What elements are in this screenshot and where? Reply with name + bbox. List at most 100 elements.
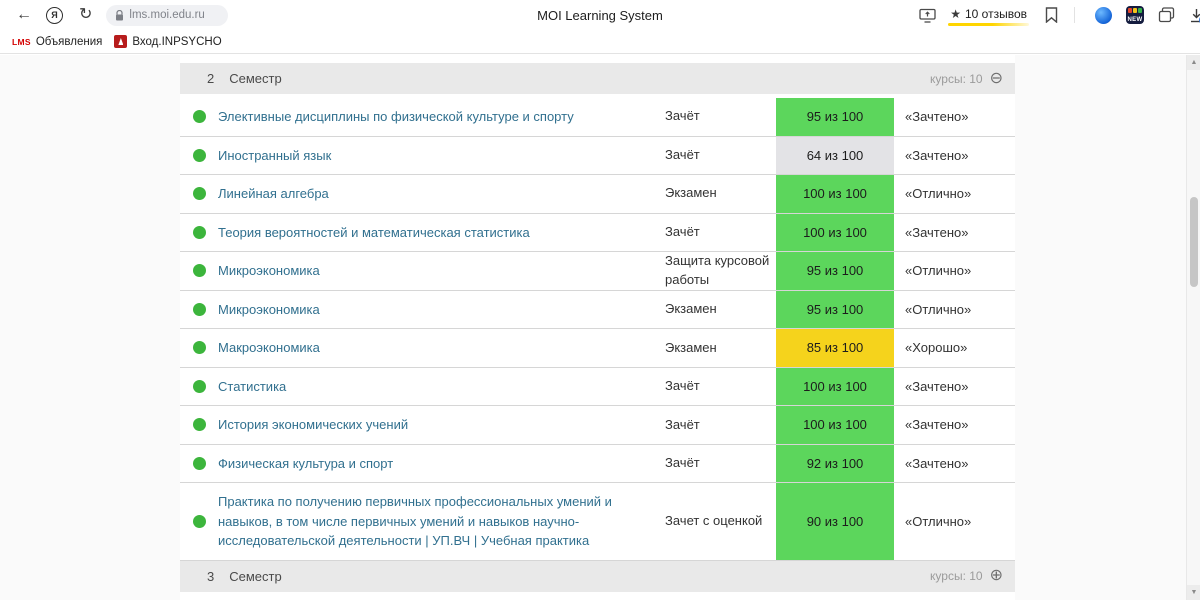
status-dot-icon [193, 379, 206, 393]
grade-text: «Отлично» [905, 263, 972, 279]
grade-text: «Зачтено» [905, 378, 969, 394]
expand-toggle-icon[interactable]: ⊕ [990, 568, 1003, 584]
inpsycho-favicon [114, 35, 128, 48]
grade-text: «Отлично» [905, 301, 972, 317]
status-dot-icon [193, 514, 206, 528]
semester-2-rows: Элективные дисциплины по физической куль… [180, 98, 1015, 561]
score-badge: 90 из 100 [776, 483, 894, 560]
semester-2-header: 2 Семестр курсы: 10 ⊖ [180, 63, 1015, 94]
status-cell [180, 406, 218, 444]
course-name-link[interactable]: Элективные дисциплины по физической куль… [218, 107, 574, 127]
address-bar[interactable]: lms.moi.edu.ru [106, 4, 229, 26]
collapse-toggle-icon[interactable]: ⊖ [990, 70, 1003, 87]
screen-share-icon[interactable] [919, 8, 936, 23]
url-text: lms.moi.edu.ru [129, 9, 205, 21]
table-row: История экономических учений Зачёт 100 и… [180, 406, 1015, 445]
table-row: Микроэкономика Защита курсовой работы 95… [180, 252, 1015, 291]
assessment-type: Экзамен [665, 339, 717, 355]
scrollbar: ▲ ▼ [1186, 55, 1200, 600]
score-badge: 100 из 100 [776, 406, 894, 444]
score-badge: 92 из 100 [776, 444, 894, 483]
table-row: Микроэкономика Экзамен 95 из 100 «Отличн… [180, 290, 1015, 330]
status-dot-icon [193, 341, 206, 355]
score-badge: 95 из 100 [776, 290, 894, 329]
assessment-type: Зачёт [665, 455, 700, 471]
downloads-icon[interactable]: 2 [1189, 8, 1200, 25]
yandex-browser-icon[interactable]: Я [46, 6, 63, 24]
status-dot-icon [193, 187, 206, 201]
score-badge: 95 из 100 [776, 252, 894, 290]
extension-browser-icon[interactable] [1095, 6, 1112, 24]
semester-number: 2 [207, 71, 215, 86]
browser-toolbar: ← Я ↻ lms.moi.edu.ru MOI Learning System… [0, 0, 1200, 30]
bookmark-item-inpsycho[interactable]: Вход.INPSYCHO [114, 35, 222, 48]
extension-collections-icon[interactable] [1158, 7, 1175, 23]
course-name-link[interactable]: Теория вероятностей и математическая ста… [218, 223, 530, 243]
status-cell [180, 329, 218, 367]
reviews-button[interactable]: ★ 10 отзывов [948, 7, 1029, 26]
lms-favicon: LMS [12, 36, 31, 47]
scrollbar-thumb[interactable] [1190, 197, 1198, 287]
course-name-link[interactable]: Физическая культура и спорт [218, 454, 393, 474]
status-cell [180, 368, 218, 406]
scroll-up-icon[interactable]: ▲ [1187, 55, 1200, 70]
status-dot-icon [193, 264, 206, 278]
status-cell [180, 98, 218, 136]
semester-3-section: 3 Семестр курсы: 10 ⊕ [180, 560, 1015, 592]
course-name-link[interactable]: Линейная алгебра [218, 184, 329, 204]
course-name-link[interactable]: История экономических учений [218, 415, 408, 435]
scroll-down-icon[interactable]: ▼ [1187, 585, 1200, 600]
status-cell [180, 175, 218, 213]
table-row: Теория вероятностей и математическая ста… [180, 213, 1015, 252]
assessment-type: Зачёт [665, 416, 700, 432]
table-row: Макроэкономика Экзамен 85 из 100 «Хорошо… [180, 329, 1015, 368]
grade-text: «Зачтено» [905, 109, 969, 125]
grade-text: «Отлично» [905, 186, 972, 202]
assessment-type: Зачёт [665, 378, 700, 394]
course-name-link[interactable]: Иностранный язык [218, 146, 331, 166]
status-cell [180, 137, 218, 175]
score-badge: 85 из 100 [776, 329, 894, 367]
extension-movie-new-icon[interactable]: NEW [1126, 6, 1144, 24]
semester-3-header: 3 Семестр курсы: 10 ⊕ [180, 560, 1015, 592]
semester-label: Семестр [229, 71, 282, 86]
back-icon[interactable]: ← [16, 7, 32, 23]
status-dot-icon [193, 418, 206, 432]
page-background: 2 Семестр курсы: 10 ⊖ Элективные дисципл… [0, 55, 1200, 600]
toolbar-divider [1074, 7, 1075, 23]
score-badge: 64 из 100 [776, 136, 894, 174]
score-badge: 100 из 100 [776, 175, 894, 213]
course-name-link[interactable]: Микроэкономика [218, 261, 320, 281]
course-name-link[interactable]: Макроэкономика [218, 338, 320, 358]
assessment-type: Защита курсовой работы [665, 253, 770, 287]
star-icon: ★ [950, 7, 961, 21]
bookmark-item-lms[interactable]: LMS Объявления [12, 36, 102, 48]
courses-count-link[interactable]: курсы: 10 [930, 72, 983, 86]
assessment-type: Зачет с оценкой [665, 513, 763, 529]
grade-text: «Зачтено» [905, 417, 969, 433]
status-dot-icon [193, 110, 206, 124]
refresh-icon[interactable]: ↻ [79, 7, 92, 23]
course-name-link[interactable]: Статистика [218, 377, 286, 397]
courses-count-link[interactable]: курсы: 10 [930, 569, 983, 583]
score-badge: 100 из 100 [776, 213, 894, 251]
table-row: Статистика Зачёт 100 из 100 «Зачтено» [180, 367, 1015, 407]
table-row: Иностранный язык Зачёт 64 из 100 «Зачтен… [180, 136, 1015, 175]
score-badge: 95 из 100 [776, 98, 894, 136]
grade-text: «Зачтено» [905, 147, 969, 163]
reviews-count: 10 отзывов [964, 7, 1027, 21]
course-name-link[interactable]: Микроэкономика [218, 300, 320, 320]
status-cell [180, 252, 218, 290]
table-row: Практика по получению первичных професси… [180, 483, 1015, 561]
bookmark-flag-icon[interactable] [1045, 7, 1058, 23]
course-name-link[interactable]: Практика по получению первичных професси… [218, 492, 651, 551]
grade-text: «Зачтено» [905, 224, 969, 240]
semester-label: Семестр [229, 568, 282, 584]
lock-icon [116, 9, 124, 20]
status-cell [180, 445, 218, 483]
semester-number: 3 [207, 568, 215, 584]
status-cell [180, 483, 218, 560]
assessment-type: Экзамен [665, 301, 717, 317]
status-dot-icon [193, 456, 206, 470]
assessment-type: Экзамен [665, 185, 717, 201]
